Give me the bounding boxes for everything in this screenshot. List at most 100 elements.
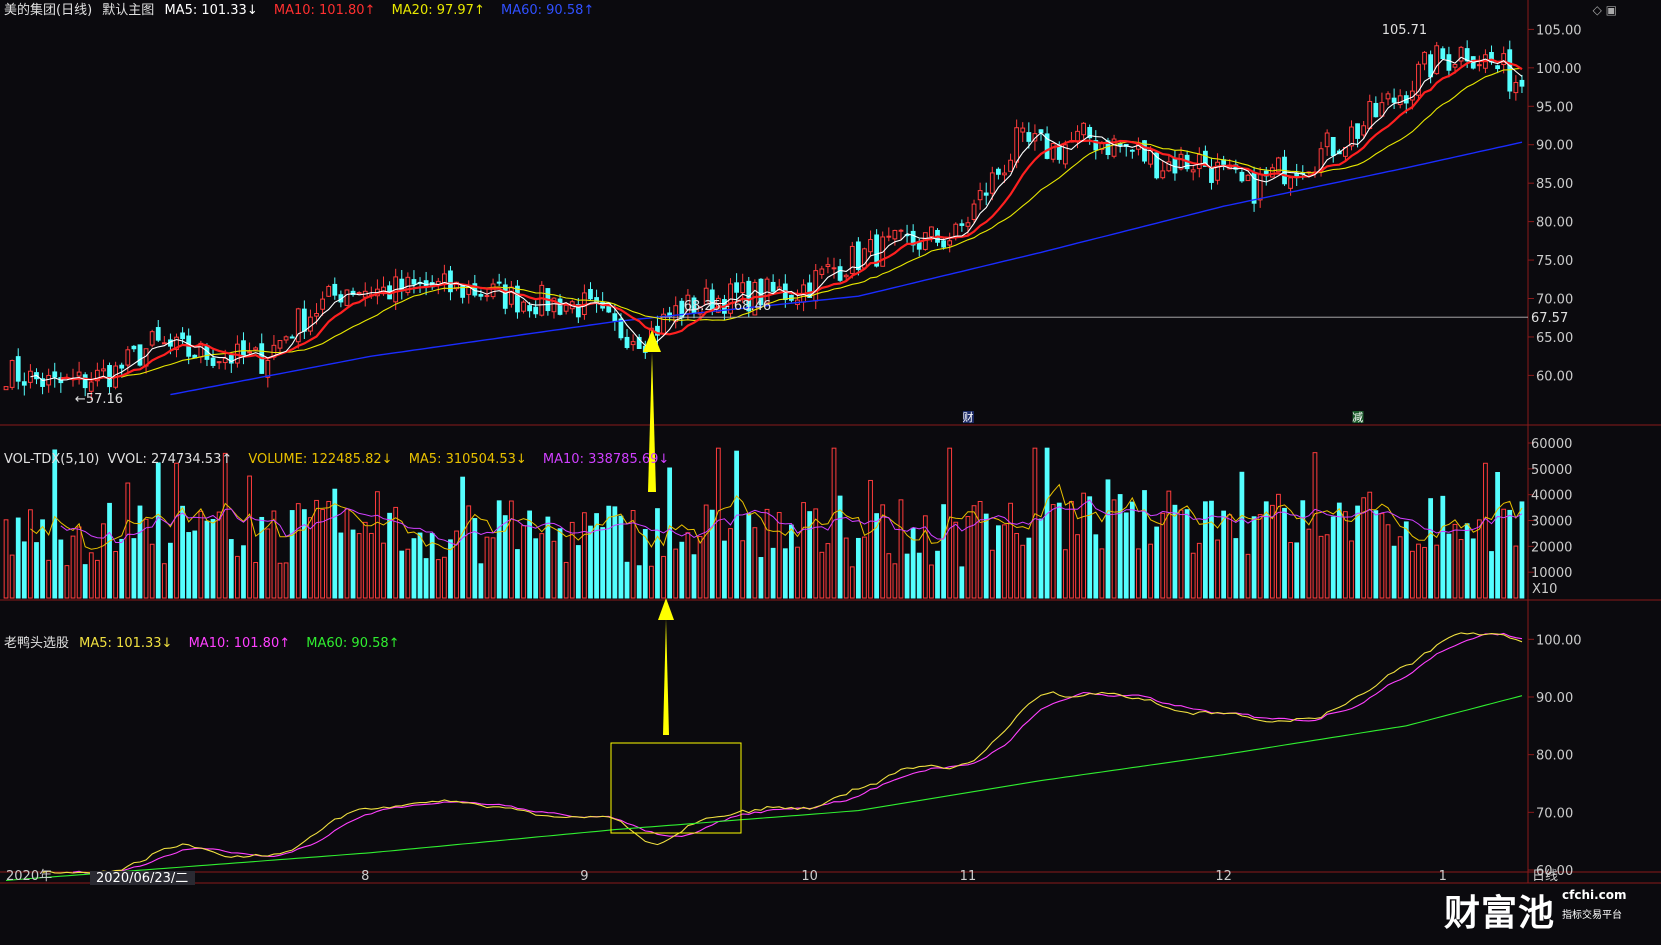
panel-toggle-icons[interactable]: ◇ ▣ <box>1593 3 1617 17</box>
candle[interactable] <box>137 344 143 366</box>
candle[interactable] <box>247 351 252 354</box>
volume-bar[interactable] <box>533 538 539 599</box>
volume-bar[interactable] <box>417 532 423 599</box>
volume-bar[interactable] <box>222 452 228 599</box>
candle[interactable] <box>149 331 155 346</box>
volume-bar[interactable] <box>259 516 265 599</box>
volume-bar[interactable] <box>539 533 545 599</box>
volume-bar[interactable] <box>326 500 332 599</box>
volume-bar[interactable] <box>1087 496 1093 599</box>
candle[interactable] <box>21 381 27 386</box>
candle[interactable] <box>855 241 861 271</box>
candle[interactable] <box>1452 63 1458 68</box>
volume-bar[interactable] <box>149 543 155 599</box>
candle[interactable] <box>125 349 131 366</box>
volume-bar[interactable] <box>314 499 319 599</box>
candle[interactable] <box>837 266 843 281</box>
volume-bar[interactable] <box>776 512 782 599</box>
volume-bar[interactable] <box>216 511 222 599</box>
candle[interactable] <box>1440 48 1446 60</box>
candle[interactable] <box>849 245 855 274</box>
volume-bar[interactable] <box>1379 513 1385 599</box>
volume-bar[interactable] <box>247 475 252 599</box>
volume-bar[interactable] <box>3 519 9 599</box>
volume-bar[interactable] <box>381 542 386 599</box>
candle[interactable] <box>618 318 624 339</box>
volume-bar[interactable] <box>1002 524 1007 599</box>
candle[interactable] <box>1081 122 1087 136</box>
candle[interactable] <box>989 172 995 194</box>
volume-bar[interactable] <box>332 488 338 599</box>
candle[interactable] <box>308 316 313 332</box>
candle[interactable] <box>1361 125 1367 136</box>
volume-bar[interactable] <box>368 532 374 599</box>
candle[interactable] <box>1513 82 1519 94</box>
candle[interactable] <box>1288 177 1293 189</box>
volume-bar[interactable] <box>131 538 137 599</box>
volume-bar[interactable] <box>137 505 143 599</box>
volume-bar[interactable] <box>1318 535 1324 599</box>
volume-bar[interactable] <box>441 556 447 599</box>
volume-bar[interactable] <box>758 557 764 599</box>
candle[interactable] <box>1385 93 1391 100</box>
volume-bar[interactable] <box>1409 550 1415 599</box>
candle[interactable] <box>1476 64 1482 67</box>
volume-bar[interactable] <box>557 528 563 599</box>
volume-bar[interactable] <box>813 508 819 599</box>
candle[interactable] <box>320 298 326 310</box>
volume-bar[interactable] <box>1422 546 1427 599</box>
volume-bar[interactable] <box>1300 500 1306 599</box>
volume-bar[interactable] <box>101 523 106 599</box>
volume-bar[interactable] <box>210 519 216 599</box>
volume-bar[interactable] <box>764 508 770 599</box>
candle[interactable] <box>1020 127 1026 133</box>
candle[interactable] <box>1172 157 1178 174</box>
volume-bar[interactable] <box>1349 540 1354 599</box>
volume-bar[interactable] <box>734 450 739 599</box>
candle[interactable] <box>478 294 484 297</box>
volume-bar[interactable] <box>235 555 240 599</box>
volume-bar[interactable] <box>1075 534 1080 599</box>
volume-bar[interactable] <box>1440 495 1446 599</box>
volume-bar[interactable] <box>1093 534 1099 599</box>
volume-bar[interactable] <box>989 549 995 599</box>
volume-bar[interactable] <box>1288 542 1293 599</box>
volume-bar[interactable] <box>1282 507 1287 599</box>
candle[interactable] <box>1446 54 1452 71</box>
volume-bar[interactable] <box>1178 509 1184 599</box>
volume-bar[interactable] <box>1470 538 1476 599</box>
volume-bar[interactable] <box>411 538 417 599</box>
volume-bar[interactable] <box>880 504 886 599</box>
volume-bar[interactable] <box>52 449 58 599</box>
candle[interactable] <box>1422 51 1427 65</box>
volume-bar[interactable] <box>563 561 569 599</box>
volume-bar[interactable] <box>661 555 666 599</box>
candle[interactable] <box>210 357 216 366</box>
volume-bar[interactable] <box>478 563 484 599</box>
volume-bar[interactable] <box>825 543 831 599</box>
volume-bar[interactable] <box>107 502 112 599</box>
volume-bar[interactable] <box>691 554 697 599</box>
volume-bar[interactable] <box>1008 502 1013 599</box>
volume-bar[interactable] <box>94 559 100 599</box>
volume-bar[interactable] <box>1367 491 1373 599</box>
candle[interactable] <box>868 239 873 253</box>
volume-bar[interactable] <box>996 525 1001 599</box>
volume-bar[interactable] <box>1519 501 1525 599</box>
candle[interactable] <box>1075 130 1080 142</box>
volume-bar[interactable] <box>1215 539 1220 599</box>
candle[interactable] <box>965 222 971 227</box>
volume-bar[interactable] <box>703 504 709 599</box>
volume-bar[interactable] <box>740 540 746 599</box>
candle[interactable] <box>941 240 946 248</box>
volume-bar[interactable] <box>551 540 557 599</box>
volume-bar[interactable] <box>1062 549 1068 599</box>
volume-bar[interactable] <box>904 553 910 599</box>
volume-bar[interactable] <box>679 541 685 599</box>
volume-bar[interactable] <box>575 545 581 599</box>
volume-bar[interactable] <box>1245 553 1251 599</box>
candle[interactable] <box>1014 127 1020 163</box>
volume-bar[interactable] <box>308 517 313 599</box>
candle[interactable] <box>1495 65 1500 70</box>
volume-bar[interactable] <box>180 505 185 599</box>
